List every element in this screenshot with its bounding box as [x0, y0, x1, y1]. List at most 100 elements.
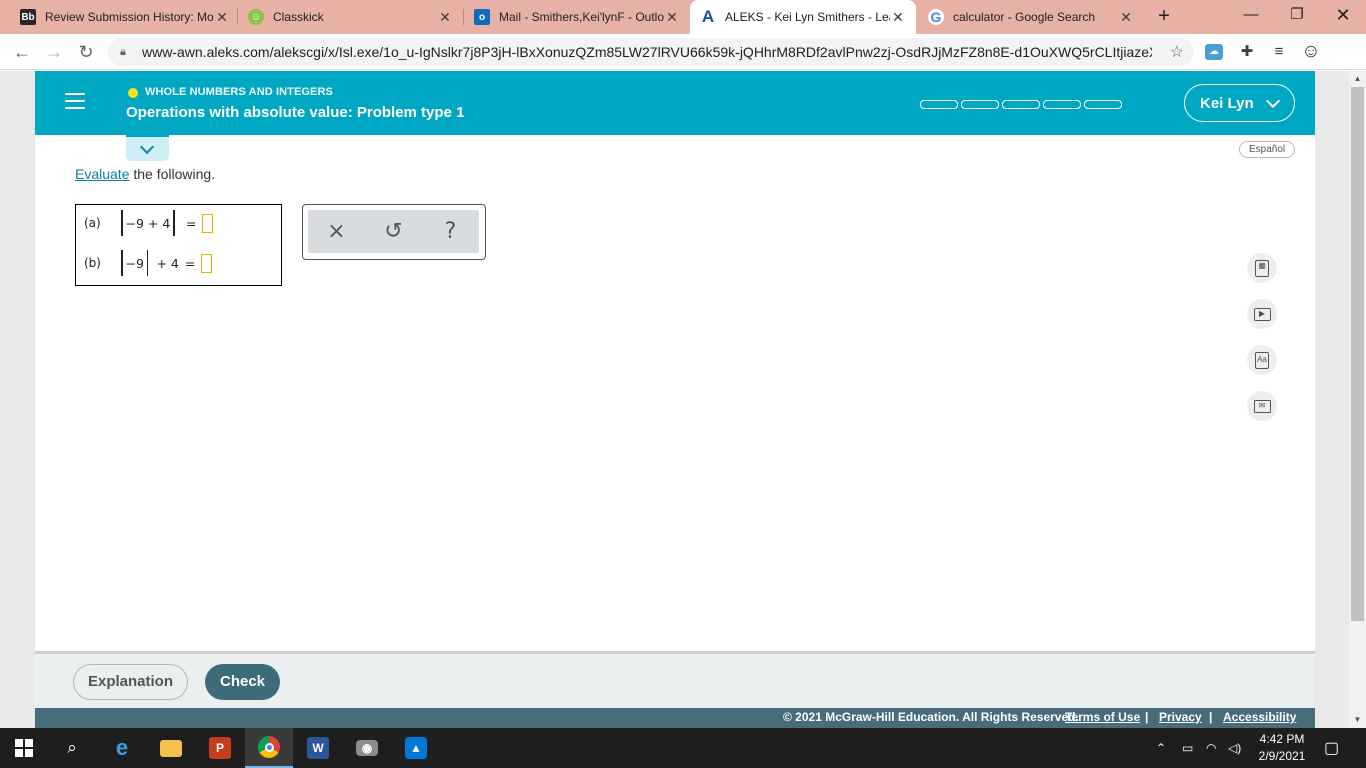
close-window-button[interactable]: ✕: [1320, 0, 1366, 30]
back-button[interactable]: ←: [10, 40, 34, 64]
search-icon: ⌕: [67, 738, 77, 757]
close-tab-icon[interactable]: ✕: [890, 9, 906, 26]
language-toggle[interactable]: Español: [1239, 141, 1296, 158]
tab-google[interactable]: G calculator - Google Search ✕: [918, 0, 1144, 34]
abs-expression: −9 + 4: [125, 215, 171, 231]
taskbar-chrome[interactable]: [245, 728, 293, 768]
tab-classkick[interactable]: ☺ Classkick ✕: [238, 0, 463, 34]
windows-taskbar: ⌕ e P W ◉ ▲ ⌃ ▭ ◠ ◁) 4:42 PM 2/9/2021 ▢: [0, 728, 1366, 768]
progress-segment: [1084, 100, 1122, 109]
progress-segment: [920, 100, 958, 109]
abs-bar-left: [121, 250, 123, 276]
abs-bar-left: [121, 210, 123, 236]
evaluate-link[interactable]: Evaluate: [75, 166, 129, 182]
question-label: (a): [84, 216, 101, 230]
progress-segment: [961, 100, 999, 109]
instruction: Evaluate the following.: [75, 166, 215, 182]
answer-input-a[interactable]: [202, 213, 214, 233]
undo-icon[interactable]: ↺: [379, 219, 409, 244]
progress-segment: [1043, 100, 1081, 109]
mail-icon[interactable]: ✉: [1247, 391, 1277, 421]
wifi-icon[interactable]: ◠: [1206, 728, 1216, 768]
tab-blackboard[interactable]: Bb Review Submission History: Mo ✕: [10, 0, 240, 34]
expand-header-toggle[interactable]: [126, 135, 169, 161]
tab-title: calculator - Google Search: [953, 10, 1096, 24]
scroll-up-icon[interactable]: ▲: [1349, 71, 1366, 87]
minimize-button[interactable]: —: [1228, 0, 1274, 30]
dictionary-icon[interactable]: Aa: [1247, 345, 1277, 375]
answer-tools-bar: × ↺ ?: [308, 210, 479, 253]
page-viewport: WHOLE NUMBERS AND INTEGERS Operations wi…: [0, 71, 1366, 728]
progress-bar: [920, 100, 1122, 109]
video-icon[interactable]: ▶: [1247, 299, 1277, 329]
instruction-text: the following.: [129, 166, 216, 182]
question-a: (a) −9 + 4 =: [84, 210, 214, 236]
volume-icon[interactable]: ◁): [1228, 728, 1241, 768]
topic-status-dot: [128, 88, 138, 98]
privacy-link[interactable]: Privacy: [1159, 710, 1202, 724]
system-clock[interactable]: 4:42 PM 2/9/2021: [1255, 731, 1309, 765]
action-bar: Explanation Check: [35, 651, 1315, 708]
media-queue-icon[interactable]: ≡: [1268, 42, 1290, 62]
close-tab-icon[interactable]: ✕: [1118, 9, 1134, 26]
forward-button[interactable]: →: [42, 40, 66, 64]
taskbar-file-explorer[interactable]: [147, 728, 195, 768]
start-button[interactable]: [0, 728, 48, 768]
footer: © 2021 McGraw-Hill Education. All Rights…: [35, 708, 1315, 728]
aleks-app: WHOLE NUMBERS AND INTEGERS Operations wi…: [35, 71, 1315, 728]
new-tab-button[interactable]: +: [1152, 5, 1176, 29]
menu-icon[interactable]: [65, 93, 85, 109]
profile-avatar-icon[interactable]: ☺: [1300, 42, 1322, 62]
check-button[interactable]: Check: [205, 664, 280, 700]
restore-button[interactable]: ❐: [1274, 0, 1320, 30]
edge-icon: e: [115, 735, 129, 760]
footer-separator: |: [1145, 710, 1149, 724]
aleks-icon: A: [701, 7, 715, 26]
topic-label: WHOLE NUMBERS AND INTEGERS: [145, 86, 333, 98]
abs-bar-right: [146, 250, 149, 276]
browser-tab-strip: Bb Review Submission History: Mo ✕ ☺ Cla…: [0, 0, 1366, 34]
question-label: (b): [84, 256, 101, 270]
classkick-icon: ☺: [248, 9, 264, 25]
extensions-puzzle-icon[interactable]: ✚: [1236, 42, 1258, 62]
scrollbar-thumb[interactable]: [1351, 87, 1364, 621]
progress-segment: [1002, 100, 1040, 109]
page-scrollbar[interactable]: ▲ ▼: [1349, 71, 1366, 728]
scroll-down-icon[interactable]: ▼: [1349, 712, 1366, 728]
battery-icon[interactable]: ▭: [1182, 728, 1193, 768]
abs-expression: −9: [125, 255, 144, 271]
explanation-button[interactable]: Explanation: [73, 664, 188, 700]
tray-overflow-icon[interactable]: ⌃: [1156, 728, 1166, 768]
windows-logo-icon: [15, 739, 33, 757]
outlook-icon: o: [474, 9, 490, 25]
clear-icon[interactable]: ×: [322, 219, 352, 244]
close-tab-icon[interactable]: ✕: [437, 9, 453, 26]
answer-input-b[interactable]: [201, 253, 213, 273]
tab-title: Review Submission History: Mo: [45, 10, 214, 24]
user-menu-button[interactable]: Kei Lyn: [1184, 84, 1295, 122]
close-tab-icon[interactable]: ✕: [214, 9, 230, 26]
chevron-down-icon: [139, 139, 155, 155]
aleks-header: WHOLE NUMBERS AND INTEGERS Operations wi…: [35, 71, 1315, 135]
accessibility-link[interactable]: Accessibility: [1223, 710, 1296, 724]
taskbar-powerpoint[interactable]: P: [196, 728, 244, 768]
taskbar-photos[interactable]: ▲: [392, 728, 440, 768]
notifications-icon[interactable]: ▢: [1324, 728, 1339, 768]
bookmark-star-icon[interactable]: ☆: [1170, 42, 1184, 62]
reload-button[interactable]: ↻: [74, 40, 98, 64]
tab-outlook[interactable]: o Mail - Smithers,Kei'lynF - Outlo ✕: [464, 0, 690, 34]
tab-aleks[interactable]: A ALEKS - Kei Lyn Smithers - Lea ✕: [690, 0, 916, 34]
address-bar[interactable]: 🔒︎ www-awn.aleks.com/alekscgi/x/Isl.exe/…: [108, 38, 1194, 66]
tab-title: ALEKS - Kei Lyn Smithers - Lea: [725, 10, 890, 24]
taskbar-edge[interactable]: e: [98, 728, 146, 768]
question-b: (b) −9 + 4 =: [84, 250, 213, 276]
copyright: © 2021 McGraw-Hill Education. All Rights…: [783, 710, 1079, 724]
calculator-icon[interactable]: ▦: [1247, 253, 1277, 283]
search-button[interactable]: ⌕: [48, 728, 96, 768]
terms-link[interactable]: Terms of Use: [1065, 710, 1140, 724]
close-tab-icon[interactable]: ✕: [664, 9, 680, 26]
taskbar-word[interactable]: W: [294, 728, 342, 768]
taskbar-camera[interactable]: ◉: [343, 728, 391, 768]
help-icon[interactable]: ?: [436, 219, 466, 244]
extension-cloud-icon[interactable]: ☁: [1205, 44, 1223, 60]
